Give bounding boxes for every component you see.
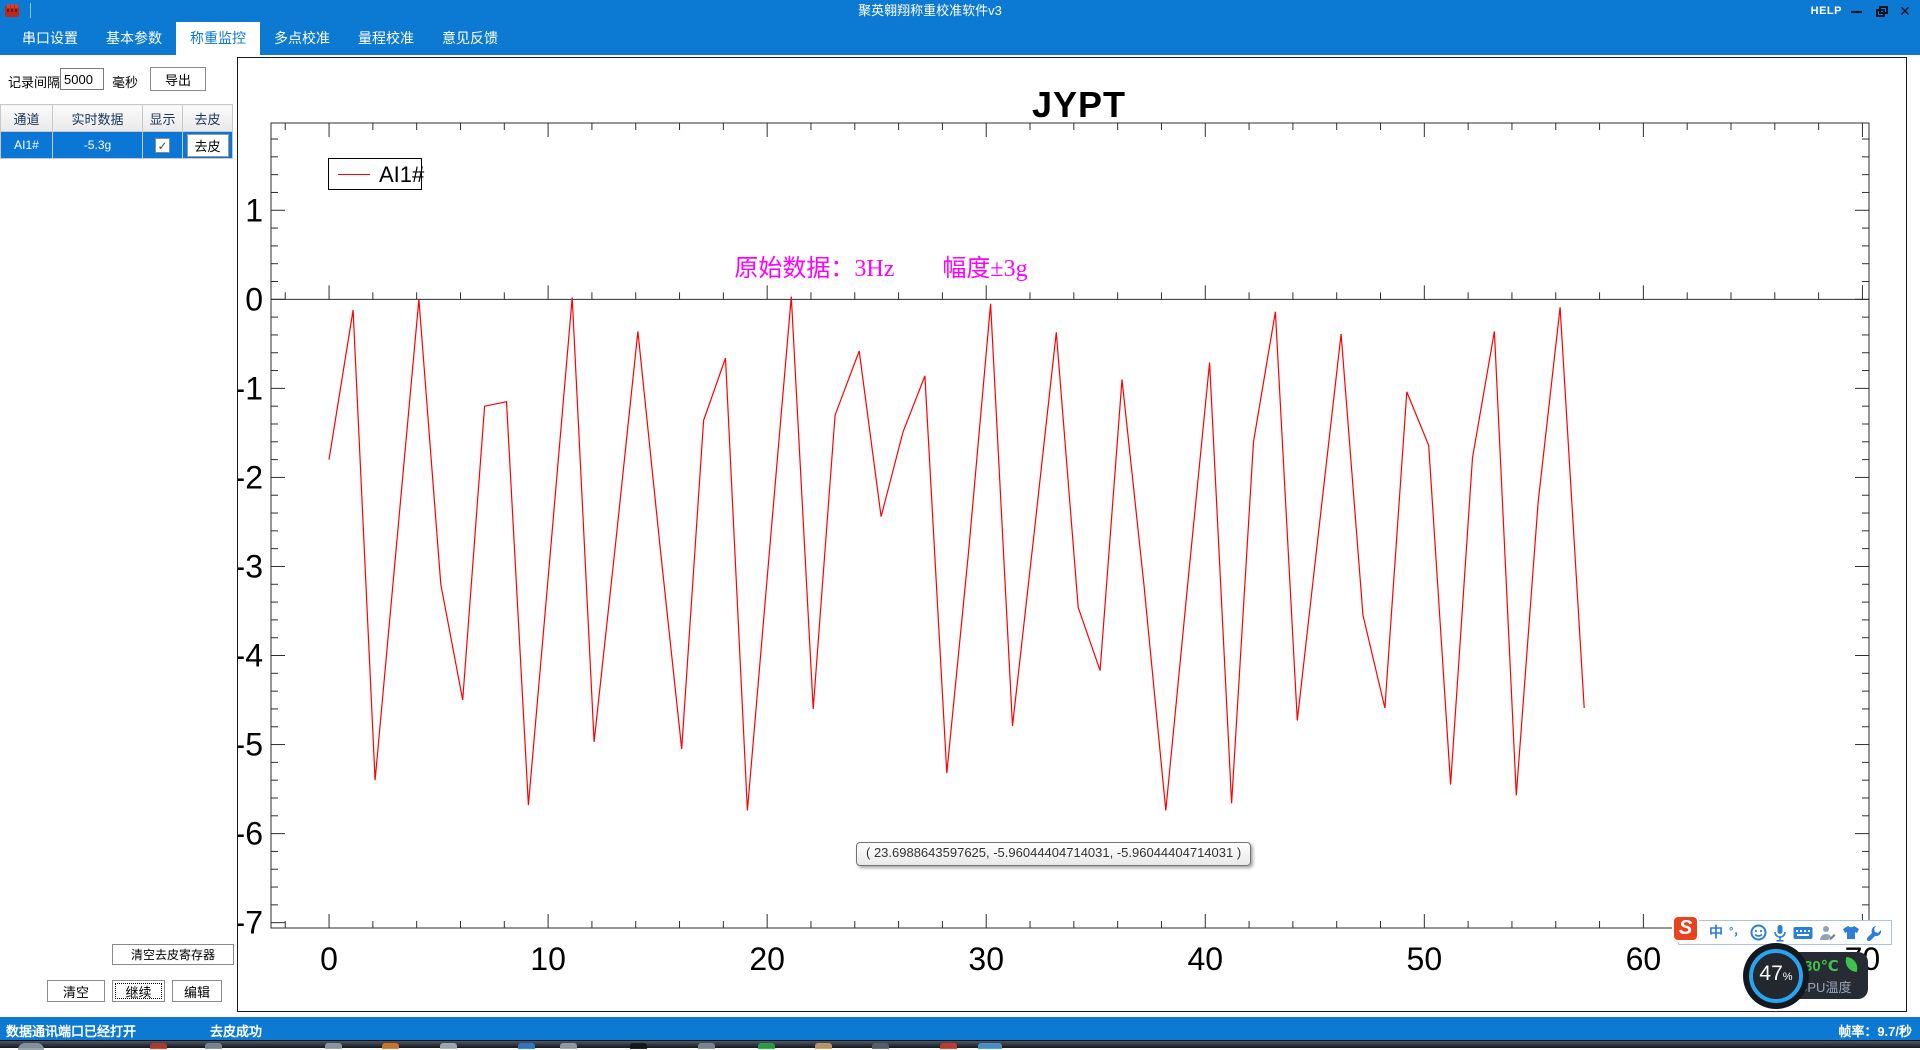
leaf-icon [1844,957,1859,972]
taskbar-folder-icon[interactable] [978,1043,1002,1049]
header-channel: 通道 [1,105,53,132]
tab-weighing-monitor[interactable]: 称重监控 [176,22,260,55]
status-port-open: 数据通讯端口已经打开 [6,1021,136,1040]
svg-text:-2: -2 [238,459,263,495]
export-button[interactable]: 导出 [150,67,206,91]
resume-button[interactable]: 继续 [112,980,165,1002]
cpu-temp-value: 30℃ [1804,957,1839,975]
record-interval-label: 记录间隔 [8,72,60,91]
sogou-ime-icon[interactable]: S [1672,915,1699,942]
minimize-button[interactable] [1844,0,1868,22]
svg-text:0: 0 [245,281,263,317]
tab-multipoint-calibration[interactable]: 多点校准 [260,22,344,55]
tab-serial-settings[interactable]: 串口设置 [8,22,92,55]
taskbar-icon[interactable] [382,1043,399,1049]
svg-text:-3: -3 [238,548,263,584]
record-interval-input[interactable] [60,68,104,90]
restore-button[interactable] [1869,0,1893,22]
start-orb[interactable] [18,1043,44,1050]
display-cell: ✓ [143,132,183,159]
ime-skin-icon[interactable] [1842,925,1860,940]
header-display: 显示 [143,105,183,132]
svg-text:1: 1 [245,192,263,228]
header-tare: 去皮 [183,105,233,132]
tab-bar: 串口设置 基本参数 称重监控 多点校准 量程校准 意见反馈 [0,22,1920,55]
svg-text:30: 30 [968,941,1004,977]
ime-punctuation-icon[interactable]: °， [1729,921,1744,944]
realtime-value-cell: -5.3g [53,132,143,159]
taskbar-icon[interactable] [325,1043,342,1049]
tab-feedback[interactable]: 意见反馈 [428,22,512,55]
taskbar-icon[interactable] [758,1043,775,1049]
status-frame-rate: 帧率：9.7/秒 [1838,1021,1912,1040]
edit-button[interactable]: 编辑 [172,980,222,1002]
chart-panel: JYPT AI1# 原始数据：3Hz 幅度±3g 10-1-2-3-4-5-6-… [237,57,1907,1012]
svg-text:10: 10 [530,941,566,977]
ime-handwriting-icon[interactable] [1819,925,1836,941]
record-interval-unit: 毫秒 [112,72,138,91]
svg-text:-7: -7 [238,905,263,941]
window-title: 聚英翱翔称重校准软件v3 [0,0,1860,22]
tare-cell: 去皮 [183,132,233,159]
ime-microphone-icon[interactable] [1773,924,1787,942]
status-tare-success: 去皮成功 [210,1021,262,1040]
channel-cell: AI1# [1,132,53,159]
tab-range-calibration[interactable]: 量程校准 [344,22,428,55]
ime-settings-wrench-icon[interactable] [1866,925,1882,941]
display-checkbox[interactable]: ✓ [155,138,170,153]
svg-text:0: 0 [320,941,338,977]
ime-toolbar[interactable]: 中 °， [1678,920,1892,945]
clear-tare-register-button[interactable]: 清空去皮寄存器 [112,944,234,965]
status-bar: 数据通讯端口已经打开 去皮成功 帧率：9.7/秒 [0,1017,1920,1040]
help-button[interactable]: HELP [1811,0,1842,22]
restore-icon [1876,7,1887,17]
svg-text:50: 50 [1407,941,1443,977]
channel-table: 通道 实时数据 显示 去皮 AI1# -5.3g ✓ 去皮 [0,104,233,159]
close-button[interactable]: ✕ [1893,0,1917,22]
header-realtime-data: 实时数据 [53,105,143,132]
ime-keyboard-icon[interactable] [1793,926,1813,940]
taskbar[interactable] [0,1040,1920,1048]
record-interval-row: 记录间隔 毫秒 导出 [0,67,237,93]
svg-text:60: 60 [1626,941,1662,977]
taskbar-icon[interactable] [815,1043,832,1049]
channel-table-header: 通道 实时数据 显示 去皮 [1,105,233,132]
taskbar-icon[interactable] [872,1043,889,1049]
taskbar-icon[interactable] [518,1043,535,1049]
cursor-tooltip: ( 23.6988643597625, -5.96044404714031, -… [856,842,1251,866]
taskbar-icon[interactable] [698,1043,715,1049]
tare-button[interactable]: 去皮 [187,134,229,157]
minimize-icon [1851,11,1862,13]
svg-text:-4: -4 [238,638,263,674]
sidebar: 记录间隔 毫秒 导出 通道 实时数据 显示 去皮 AI1# -5.3g ✓ 去皮… [0,55,237,1017]
svg-text:40: 40 [1187,941,1223,977]
titlebar: 聚英翱翔称重校准软件v3 HELP ✕ [0,0,1920,22]
svg-text:-1: -1 [238,370,263,406]
taskbar-icon[interactable] [940,1043,957,1049]
taskbar-icon[interactable] [440,1043,457,1049]
plot-area[interactable]: 10-1-2-3-4-5-6-7010203040506070 [238,58,1906,1011]
cpu-usage-gauge[interactable]: 47% [1745,945,1807,1007]
table-row[interactable]: AI1# -5.3g ✓ 去皮 [1,132,233,159]
tab-basic-params[interactable]: 基本参数 [92,22,176,55]
taskbar-icon[interactable] [630,1043,647,1049]
svg-text:-6: -6 [238,816,263,852]
taskbar-icon[interactable] [150,1043,167,1049]
cpu-usage-value: 47% [1745,962,1807,986]
taskbar-icon[interactable] [560,1043,577,1049]
svg-text:20: 20 [749,941,785,977]
svg-text:-5: -5 [238,727,263,763]
taskbar-icon[interactable] [205,1043,222,1049]
ime-lang-icon[interactable]: 中 [1709,921,1723,944]
ime-emoji-icon[interactable] [1750,924,1767,941]
clear-button[interactable]: 清空 [47,980,105,1002]
